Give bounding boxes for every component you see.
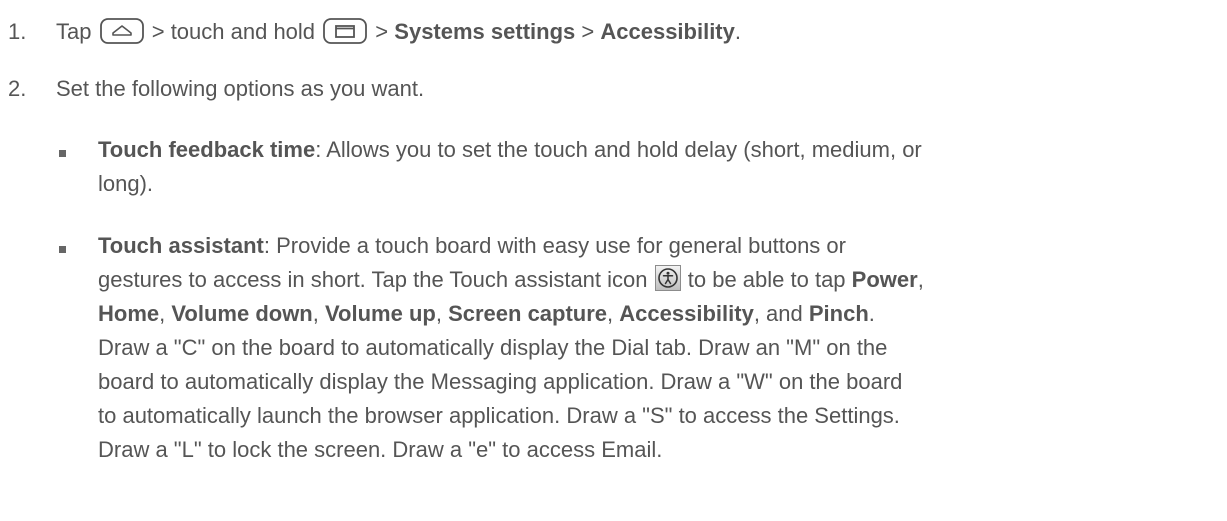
description-text: gestures to access in short. Tap the Tou…: [98, 267, 648, 292]
option-title: Touch feedback time: [98, 137, 316, 162]
step-number: 1.: [8, 19, 27, 44]
and-text: , and: [753, 301, 803, 326]
comma: ,: [312, 301, 319, 326]
screen-capture-label: Screen capture: [448, 301, 608, 326]
systems-settings-label: Systems settings: [394, 19, 576, 44]
accessibility-icon: [654, 265, 681, 301]
description-text: to be able to tap: [687, 267, 846, 292]
description-line: Draw a "L" to lock the screen. Draw a "e…: [98, 437, 663, 462]
pinch-label: Pinch: [808, 301, 869, 326]
separator: >: [375, 19, 389, 44]
comma: ,: [917, 267, 924, 292]
bullet-square: [59, 150, 66, 157]
volume-up-label: Volume up: [325, 301, 436, 326]
period: .: [734, 19, 741, 44]
description-line: long).: [98, 171, 154, 196]
home-label: Home: [98, 301, 160, 326]
description-text: : Provide a touch board with easy use fo…: [263, 233, 846, 258]
period: .: [868, 301, 875, 326]
comma: ,: [159, 301, 166, 326]
description-text: : Allows you to set the touch and hold d…: [315, 137, 922, 162]
step-1: 1. Tap > touch and hold > Systems settin…: [0, 17, 1227, 47]
comma: ,: [607, 301, 614, 326]
bullet-square: [59, 246, 66, 253]
description-line: gestures to access in short. Tap the Tou…: [98, 263, 1218, 297]
touch-and-hold-text: > touch and hold: [151, 19, 316, 44]
option-title: Touch assistant: [98, 233, 264, 258]
option-description: Touch feedback time: Allows you to set t…: [98, 133, 1218, 201]
step-2: 2. Set the following options as you want…: [0, 74, 1227, 104]
volume-down-label: Volume down: [171, 301, 313, 326]
accessibility-label: Accessibility: [600, 19, 735, 44]
accessibility-label: Accessibility: [619, 301, 754, 326]
power-label: Power: [851, 267, 918, 292]
step-text: Tap > touch and hold > Systems settings …: [56, 17, 741, 52]
description-line: to automatically launch the browser appl…: [98, 403, 900, 428]
description-line: Home, Volume down, Volume up, Screen cap…: [98, 297, 1218, 331]
tap-text: Tap: [56, 19, 92, 44]
recent-apps-key-icon: [323, 18, 368, 52]
step-number: 2.: [8, 76, 27, 101]
description-line: Touch feedback time: Allows you to set t…: [98, 133, 1218, 167]
description-line: Draw a "C" on the board to automatically…: [98, 335, 888, 360]
option-description: Touch assistant: Provide a touch board w…: [98, 229, 1218, 467]
separator: >: [581, 19, 595, 44]
step-text: Set the following options as you want.: [56, 76, 425, 101]
description-line: Touch assistant: Provide a touch board w…: [98, 229, 1218, 263]
description-line: board to automatically display the Messa…: [98, 369, 903, 394]
home-key-icon: [99, 18, 144, 52]
comma: ,: [435, 301, 442, 326]
